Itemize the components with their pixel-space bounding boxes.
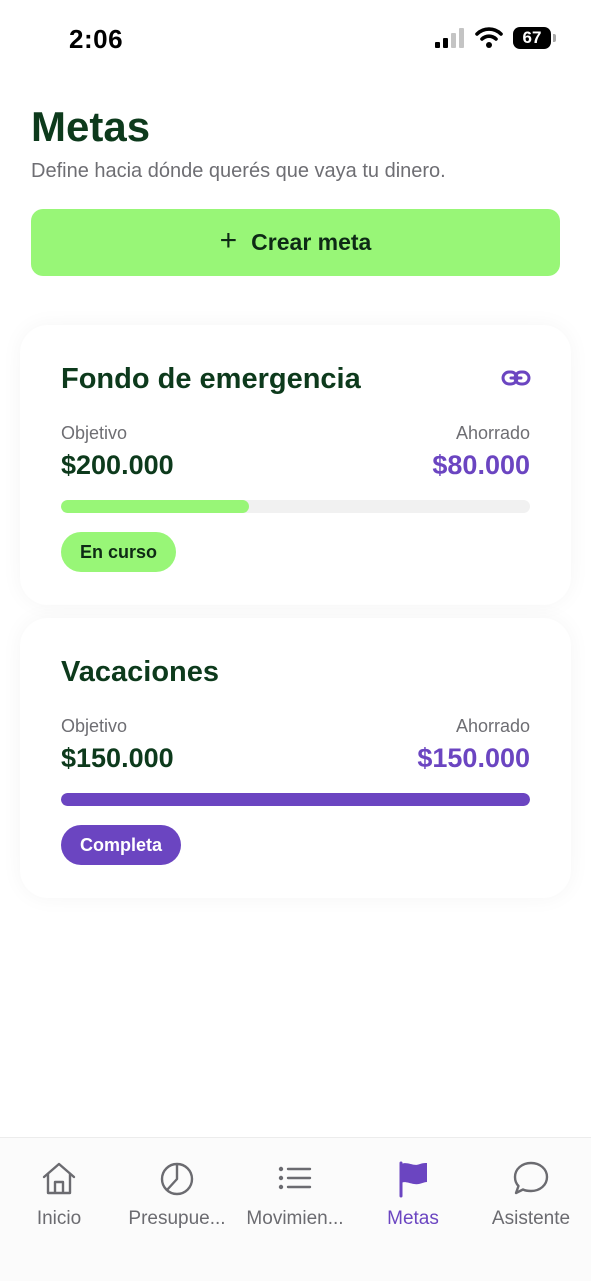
saved-label: Ahorrado xyxy=(455,716,530,736)
battery-level: 67 xyxy=(522,28,542,47)
status-bar: 2:06 67 xyxy=(0,0,591,80)
tab-label: Presupue... xyxy=(128,1208,226,1229)
tab-label: Movimien... xyxy=(246,1208,344,1229)
create-goal-label: Crear meta xyxy=(251,229,372,255)
objective-amount: $200.000 xyxy=(61,450,174,480)
objective-amount: $150.000 xyxy=(61,743,174,773)
chat-bubble-icon xyxy=(513,1161,549,1195)
status-icons: 67 xyxy=(435,27,556,49)
progress-bar xyxy=(61,500,530,513)
tab-movimientos[interactable]: Movimien... xyxy=(236,1158,354,1248)
objective-label: Objetivo xyxy=(61,423,128,443)
home-icon xyxy=(42,1162,76,1195)
progress-fill xyxy=(61,793,530,806)
status-badge: En curso xyxy=(61,532,177,572)
saved-amount: $80.000 xyxy=(432,450,530,480)
tab-presupuestos[interactable]: Presupue... xyxy=(118,1158,236,1248)
tab-inicio[interactable]: Inicio xyxy=(0,1158,118,1248)
objective-label: Objetivo xyxy=(61,716,128,736)
tab-label: Asistente xyxy=(491,1208,571,1229)
page-title: Metas xyxy=(31,103,151,150)
progress-bar xyxy=(61,793,530,806)
create-goal-button[interactable]: + Crear meta xyxy=(31,209,560,276)
saved-amount: $150.000 xyxy=(417,743,530,773)
pie-chart-icon xyxy=(160,1162,194,1196)
status-badge-label: Completa xyxy=(80,834,163,855)
goal-title: Vacaciones xyxy=(61,656,219,688)
goal-card-emergency-fund[interactable]: Fondo de emergencia Objetivo Ahorrado $2… xyxy=(20,325,571,605)
tab-asistente[interactable]: Asistente xyxy=(472,1158,590,1248)
plus-icon: + xyxy=(219,224,238,257)
goal-card-vacations[interactable]: Vacaciones Objetivo Ahorrado $150.000 $1… xyxy=(20,618,571,898)
tab-bar: Inicio Presupue... Movimien... Metas Asi… xyxy=(0,1137,591,1281)
list-icon xyxy=(278,1166,312,1190)
goal-title: Fondo de emergencia xyxy=(61,363,361,395)
battery-icon: 67 xyxy=(513,27,556,49)
tab-metas[interactable]: Metas xyxy=(354,1158,472,1248)
tab-label: Inicio xyxy=(36,1208,82,1229)
flag-icon xyxy=(399,1161,427,1198)
page-subtitle: Define hacia dónde querés que vaya tu di… xyxy=(31,160,446,182)
progress-fill xyxy=(61,500,249,513)
link-icon[interactable] xyxy=(501,367,531,389)
wifi-icon xyxy=(475,27,503,48)
status-badge: Completa xyxy=(61,825,182,865)
saved-label: Ahorrado xyxy=(455,423,530,443)
status-badge-label: En curso xyxy=(80,541,158,562)
status-time: 2:06 xyxy=(69,24,124,54)
tab-label: Metas xyxy=(387,1208,439,1229)
signal-icon xyxy=(435,28,464,48)
